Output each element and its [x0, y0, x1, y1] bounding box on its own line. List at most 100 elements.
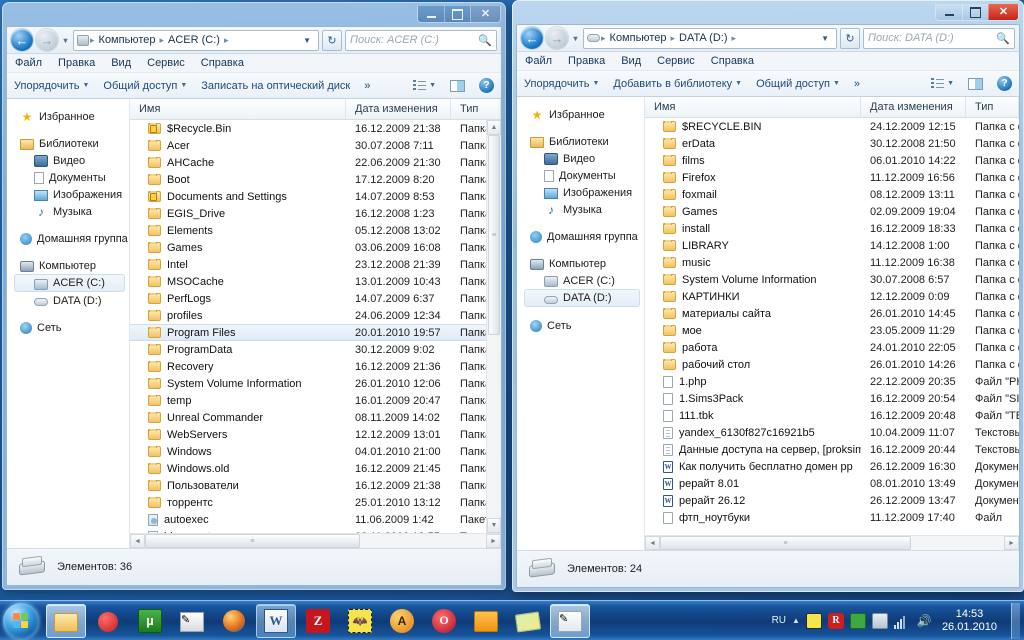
table-row[interactable]: EGIS_Drive 16.12.2008 1:23 Папка с ф [130, 205, 486, 222]
menu-tools-right[interactable]: Сервис [657, 55, 695, 67]
table-row[interactable]: LIBRARY 14.12.2008 1:00 Папка с фай [645, 237, 1019, 254]
back-button-left[interactable]: ← [11, 29, 33, 51]
table-row[interactable]: Windows.old 16.12.2009 21:45 Папка с ф [130, 460, 486, 477]
menu-view-right[interactable]: Вид [621, 55, 641, 67]
column-header-name-left[interactable]: Имя [130, 99, 346, 119]
menu-file-left[interactable]: Файл [15, 57, 42, 69]
back-button-right[interactable]: ← [521, 27, 543, 49]
table-row[interactable]: yandex_6130f827c16921b5 10.04.2009 11:07 Т… [645, 424, 1019, 441]
hscroll-track-left[interactable]: ≡ [145, 534, 486, 548]
search-box-left[interactable]: Поиск: ACER (C:) 🔍 [345, 29, 497, 51]
menu-file-right[interactable]: Файл [525, 55, 552, 67]
table-row[interactable]: Program Files 20.01.2010 19:57 Папка с ф [130, 324, 486, 341]
table-row[interactable]: Данные доступа на сервер, [proksima.p...… [645, 441, 1019, 458]
taskbar-buttons[interactable]: µ ✎ W Z 🦇 A O ✎ [46, 603, 590, 638]
taskbar-button-word[interactable]: W [256, 603, 296, 638]
table-row[interactable]: работа 24.01.2010 22:05 Папка с фай [645, 339, 1019, 356]
table-row[interactable]: Games 03.06.2009 16:08 Папка с ф [130, 239, 486, 256]
column-header-date-right[interactable]: Дата изменения [861, 97, 966, 117]
language-indicator[interactable]: RU [772, 615, 786, 626]
nav-item-изображения[interactable]: Изображения [517, 184, 644, 201]
preview-pane-button-left[interactable] [450, 79, 465, 92]
help-button-right[interactable]: ? [997, 76, 1012, 91]
nav-item-изображения[interactable]: Изображения [7, 186, 129, 203]
column-header-type-right[interactable]: Тип [966, 97, 1019, 117]
table-row[interactable]: erData 30.12.2008 21:50 Папка с фай [645, 135, 1019, 152]
table-row[interactable]: Unreal Commander 08.11.2009 14:02 Папка с … [130, 409, 486, 426]
explorer-window-data-d[interactable]: ← → ▾ ▸ Компьютер ▸ DATA (D:) ▸ ▼ ↻ Поис… [512, 0, 1024, 592]
nav-item-документы[interactable]: Документы [517, 167, 644, 184]
search-input-left[interactable]: Поиск: ACER (C:) [350, 34, 478, 46]
table-row[interactable]: temp 16.01.2009 20:47 Папка с ф [130, 392, 486, 409]
bat-icon[interactable] [805, 612, 822, 629]
table-row[interactable]: КАРТИНКИ 12.12.2009 0:09 Папка с фай [645, 288, 1019, 305]
hscroll-track-right[interactable]: ≡ [660, 536, 1004, 550]
scroll-left-button-right[interactable]: ◄ [645, 536, 660, 550]
nav-item-домашняя-группа[interactable]: Домашняя группа [7, 230, 129, 247]
taskbar-button-notepad-editor[interactable]: ✎ [172, 604, 212, 638]
nav-item-видео[interactable]: Видео [517, 150, 644, 167]
hscroll-thumb-left[interactable]: ≡ [145, 534, 360, 548]
file-rows-right[interactable]: $RECYCLE.BIN24.12.2009 12:15Папка с файe… [645, 118, 1019, 535]
navigation-pane-right[interactable]: ★ Избранное Библиотеки Видео Документы Изобра… [517, 97, 645, 550]
nav-item-сеть[interactable]: Сеть [7, 319, 129, 336]
table-row[interactable]: Recovery 16.12.2009 21:36 Папка с ф [130, 358, 486, 375]
avira-icon[interactable]: R [827, 612, 844, 629]
forward-button-right[interactable]: → [546, 27, 568, 49]
breadcrumb-item-1[interactable]: ACER (C:) [165, 33, 223, 47]
titlebar-right[interactable] [516, 4, 1020, 24]
clock[interactable]: 14:53 26.01.2010 [938, 608, 1003, 634]
table-row[interactable]: PerfLogs 14.07.2009 6:37 Папка с ф [130, 290, 486, 307]
table-row[interactable]: материалы сайта 26.01.2010 14:45 Папка с ф… [645, 305, 1019, 322]
breadcrumb-item-1[interactable]: DATA (D:) [676, 31, 730, 45]
scroll-right-button-left[interactable]: ► [486, 534, 501, 548]
table-row[interactable]: autoexec 11.06.2009 1:42 Пакетны [130, 511, 486, 528]
search-box-right[interactable]: Поиск: DATA (D:) 🔍 [863, 27, 1015, 49]
taskbar-button-explorer[interactable] [46, 603, 86, 638]
horizontal-scrollbar-left[interactable]: ◄ ≡ ► [130, 533, 501, 548]
breadcrumb-left[interactable]: ▸ Компьютер ▸ ACER (C:) ▸ ▼ [73, 29, 319, 51]
table-row[interactable]: 111.tbk 16.12.2009 20:48 Файл "TBK" [645, 407, 1019, 424]
share-button-right[interactable]: Общий доступ ▼ [756, 78, 840, 90]
burn-button-left[interactable]: Записать на оптический диск [201, 80, 350, 92]
table-row[interactable]: торрентс 25.01.2010 13:12 Папка с ф [130, 494, 486, 511]
vscroll-track-left[interactable]: ≡ [487, 135, 501, 518]
table-row[interactable]: foxmail 08.12.2009 13:11 Папка с фай [645, 186, 1019, 203]
column-header-name-right[interactable]: Имя [645, 97, 861, 117]
table-row[interactable]: рабочий стол 26.01.2010 14:26 Папка с фай [645, 356, 1019, 373]
table-row[interactable]: music 11.12.2009 16:38 Папка с фай [645, 254, 1019, 271]
organize-button-left[interactable]: Упорядочить ▼ [14, 80, 89, 92]
taskbar-button-advego[interactable]: A [382, 604, 422, 638]
nav-item-acer-c-[interactable]: ACER (C:) [14, 274, 125, 292]
taskbar-button-the-bat[interactable]: 🦇 [340, 604, 380, 638]
scroll-down-button-left[interactable]: ▼ [487, 518, 501, 533]
update-icon[interactable] [871, 612, 888, 629]
explorer-window-acer-c[interactable]: ← → ▾ ▸ Компьютер ▸ ACER (C:) ▸ ▼ ↻ Поис… [2, 2, 506, 590]
minimize-button-left[interactable] [418, 6, 444, 22]
table-row[interactable]: мое 23.05.2009 11:29 Папка с фай [645, 322, 1019, 339]
share-button-left[interactable]: Общий доступ ▼ [103, 80, 187, 92]
nav-item-acer-c-[interactable]: ACER (C:) [517, 272, 644, 289]
table-row[interactable]: Как получить бесплатно домен рр 26.12.200… [645, 458, 1019, 475]
breadcrumb-right[interactable]: ▸ Компьютер ▸ DATA (D:) ▸ ▼ [583, 27, 837, 49]
menu-edit-right[interactable]: Правка [568, 55, 605, 67]
change-view-button-left[interactable]: ▼ [413, 80, 436, 91]
taskbar-button-utorrent[interactable]: µ [130, 604, 170, 638]
column-header-type-left[interactable]: Тип [451, 99, 501, 119]
table-row[interactable]: Games 02.09.2009 19:04 Папка с фай [645, 203, 1019, 220]
recent-pages-dropdown-right[interactable]: ▾ [571, 27, 580, 49]
table-row[interactable]: bknowsetup 08.11.2009 13:55Текстовы [130, 528, 486, 533]
volume-icon[interactable]: 🔊 [916, 613, 932, 629]
show-desktop-button[interactable] [1011, 602, 1020, 639]
table-row[interactable]: ProgramData 30.12.2009 9:02 Папка с ф [130, 341, 486, 358]
table-row[interactable]: install 16.12.2009 18:33 Папка с фай [645, 220, 1019, 237]
menu-edit-left[interactable]: Правка [58, 57, 95, 69]
change-view-button-right[interactable]: ▼ [931, 78, 954, 89]
nav-item-домашняя-группа[interactable]: Домашняя группа [517, 228, 644, 245]
breadcrumb-item-0[interactable]: Компьютер [96, 33, 159, 47]
breadcrumb-chevron-down-icon[interactable]: ▼ [299, 36, 315, 45]
green-monitor-icon[interactable] [849, 612, 866, 629]
nav-item-библиотеки[interactable]: Библиотеки [7, 135, 129, 152]
nav-item-музыка[interactable]: ♪ Музыка [517, 201, 644, 218]
taskbar[interactable]: µ ✎ W Z 🦇 A O ✎ RU ▲ R 🔊 14:53 26.01.2010 [0, 600, 1024, 640]
